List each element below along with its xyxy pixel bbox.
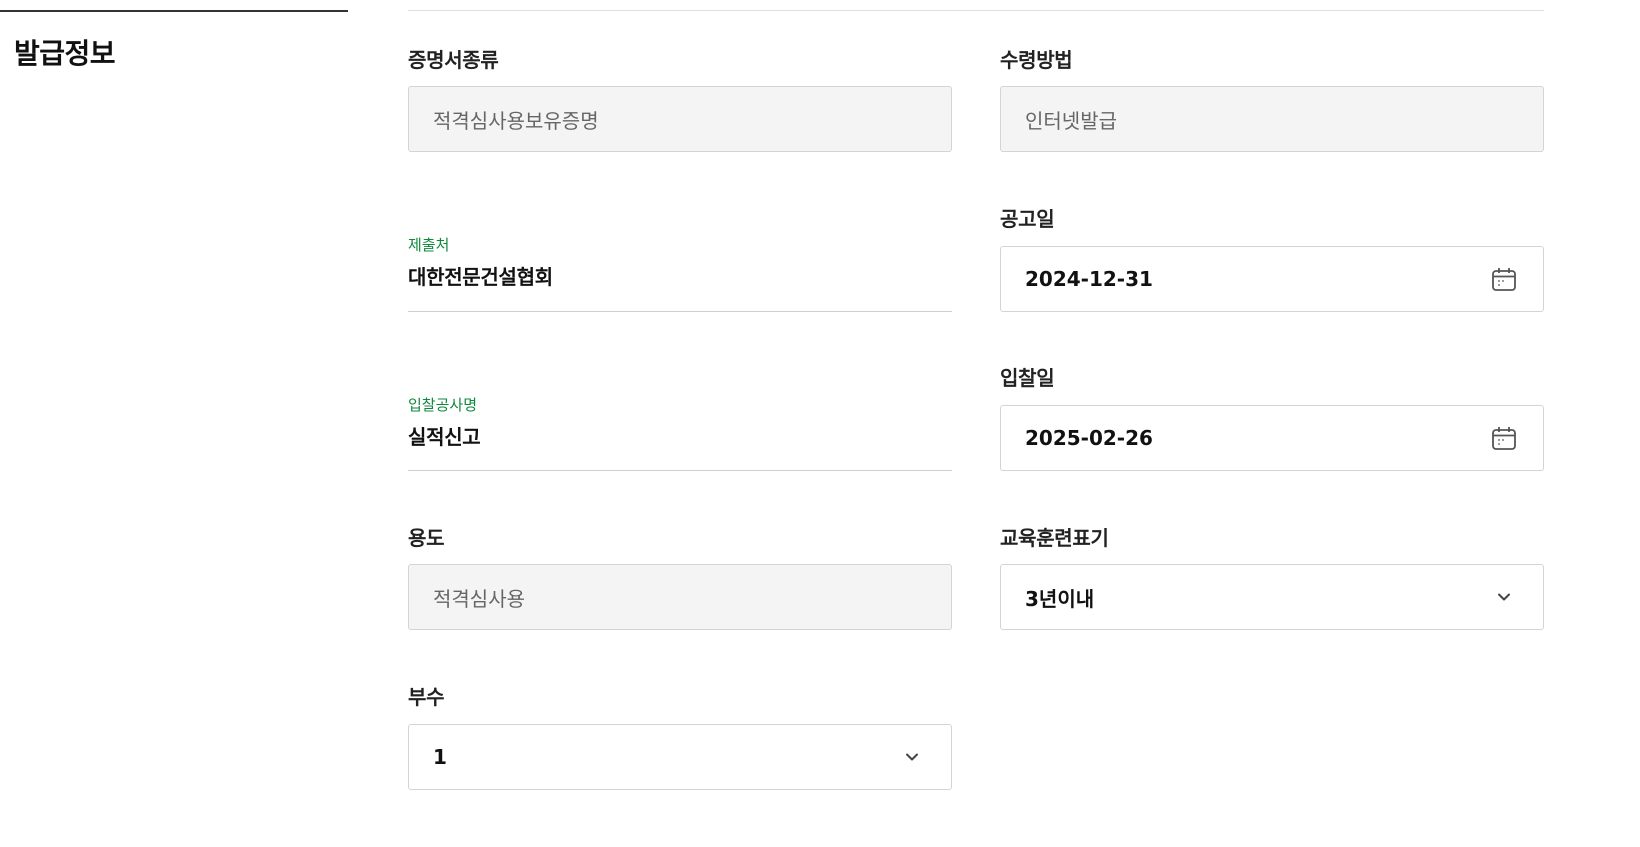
submit-to-value: 대한전문건설협회: [408, 265, 553, 289]
cert-type-label: 증명서종류: [408, 48, 499, 72]
notice-date-value: 2024-12-31: [1025, 267, 1153, 291]
bid-date-label: 입찰일: [1000, 366, 1055, 390]
receive-method-field: 인터넷발급: [1000, 86, 1544, 152]
cert-type-field: 적격심사용보유증명: [408, 86, 952, 152]
chevron-down-icon[interactable]: [1489, 582, 1519, 612]
purpose-value: 적격심사용: [433, 586, 525, 611]
purpose-field: 적격심사용: [408, 564, 952, 630]
bid-name-field[interactable]: 입찰공사명 실적신고: [408, 394, 952, 471]
section-title: 발급정보: [14, 37, 116, 70]
receive-method-value: 인터넷발급: [1025, 108, 1117, 133]
notice-date-label: 공고일: [1000, 207, 1055, 231]
issuance-info-form: 발급정보 증명서종류 적격심사용보유증명 수령방법 인터넷발급 제출처 대한전문…: [0, 0, 1640, 847]
training-display-select[interactable]: 3년이내: [1000, 564, 1544, 630]
copies-value: 1: [433, 745, 447, 769]
training-display-label: 교육훈련표기: [1000, 526, 1109, 550]
purpose-label: 용도: [408, 526, 445, 550]
notice-date-field[interactable]: 2024-12-31: [1000, 246, 1544, 312]
receive-method-label: 수령방법: [1000, 48, 1073, 72]
chevron-down-icon[interactable]: [897, 742, 927, 772]
training-display-value: 3년이내: [1025, 586, 1095, 611]
bid-date-field[interactable]: 2025-02-26: [1000, 405, 1544, 471]
bid-date-value: 2025-02-26: [1025, 426, 1153, 450]
copies-select[interactable]: 1: [408, 724, 952, 790]
section-divider-left: [0, 10, 348, 12]
bid-name-value: 실적신고: [408, 425, 481, 449]
cert-type-value: 적격심사용보유증명: [433, 108, 599, 133]
copies-label: 부수: [408, 685, 445, 709]
calendar-icon[interactable]: [1489, 264, 1519, 294]
calendar-icon[interactable]: [1489, 423, 1519, 453]
bid-name-label: 입찰공사명: [408, 396, 478, 414]
submit-to-field[interactable]: 제출처 대한전문건설협회: [408, 234, 952, 312]
submit-to-label: 제출처: [408, 236, 450, 254]
section-divider-right: [408, 10, 1544, 11]
